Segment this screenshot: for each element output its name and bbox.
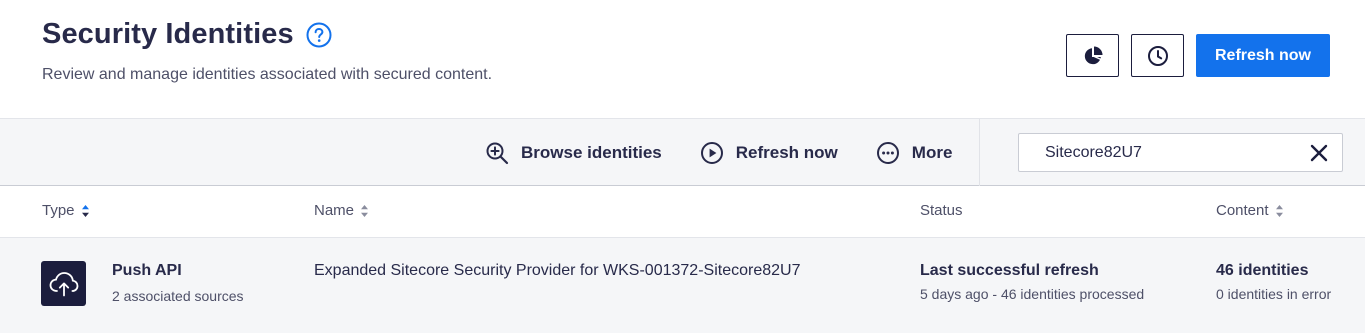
header-actions: Refresh now [1066, 34, 1330, 77]
cloud-upload-icon [41, 261, 86, 306]
column-header-status: Status [920, 202, 963, 219]
toolbar-refresh-button[interactable]: Refresh now [700, 141, 838, 165]
pie-chart-icon [1083, 46, 1103, 66]
zoom-in-icon [485, 141, 509, 165]
column-header-content[interactable]: Content [1216, 202, 1284, 219]
more-label: More [911, 142, 953, 162]
status-detail: 5 days ago - 46 identities processed [920, 286, 1145, 302]
column-label: Status [920, 202, 963, 219]
usage-button[interactable] [1066, 34, 1119, 77]
history-button[interactable] [1131, 34, 1184, 77]
sort-icon [360, 204, 369, 218]
search-box [1018, 133, 1343, 172]
toolbar-actions: Browse identities Refresh now More [485, 119, 990, 186]
toolbar-refresh-label: Refresh now [735, 142, 838, 162]
column-label: Type [42, 202, 75, 219]
column-header-type[interactable]: Type [42, 202, 90, 219]
sort-icon [1275, 204, 1284, 218]
column-header-name[interactable]: Name [314, 202, 369, 219]
table-row[interactable]: Push API 2 associated sources Expanded S… [0, 238, 1365, 333]
close-icon[interactable] [1310, 144, 1328, 162]
name-cell: Expanded Sitecore Security Provider for … [314, 262, 801, 279]
search-input[interactable] [1019, 134, 1289, 171]
title-row: Security Identities [42, 18, 332, 51]
more-circle-icon [876, 141, 900, 165]
page-header: Security Identities Review and manage id… [0, 0, 1365, 118]
browse-identities-label: Browse identities [521, 142, 662, 162]
content-cell: 46 identities 0 identities in error [1216, 262, 1331, 302]
sources-count: 2 associated sources [112, 288, 244, 304]
status-cell: Last successful refresh 5 days ago - 46 … [920, 262, 1144, 302]
content-count: 46 identities [1216, 262, 1309, 279]
page-subtitle: Review and manage identities associated … [42, 66, 493, 83]
column-label: Name [314, 202, 355, 219]
browse-identities-button[interactable]: Browse identities [485, 141, 662, 165]
content-errors: 0 identities in error [1216, 286, 1332, 302]
clock-icon [1147, 45, 1169, 67]
status-label: Last successful refresh [920, 262, 1099, 279]
column-label: Content [1216, 202, 1269, 219]
refresh-now-button[interactable]: Refresh now [1196, 34, 1330, 77]
play-circle-icon [700, 141, 724, 165]
type-label: Push API [112, 262, 182, 279]
question-circle-icon[interactable] [306, 22, 332, 48]
type-cell: Push API 2 associated sources [112, 262, 244, 304]
sort-icon [81, 204, 90, 218]
more-button[interactable]: More [876, 141, 953, 165]
page-title: Security Identities [42, 18, 294, 50]
toolbar-divider [979, 119, 980, 186]
table-header: Type Name Status Content [0, 186, 1365, 238]
toolbar: Browse identities Refresh now More [0, 118, 1365, 186]
